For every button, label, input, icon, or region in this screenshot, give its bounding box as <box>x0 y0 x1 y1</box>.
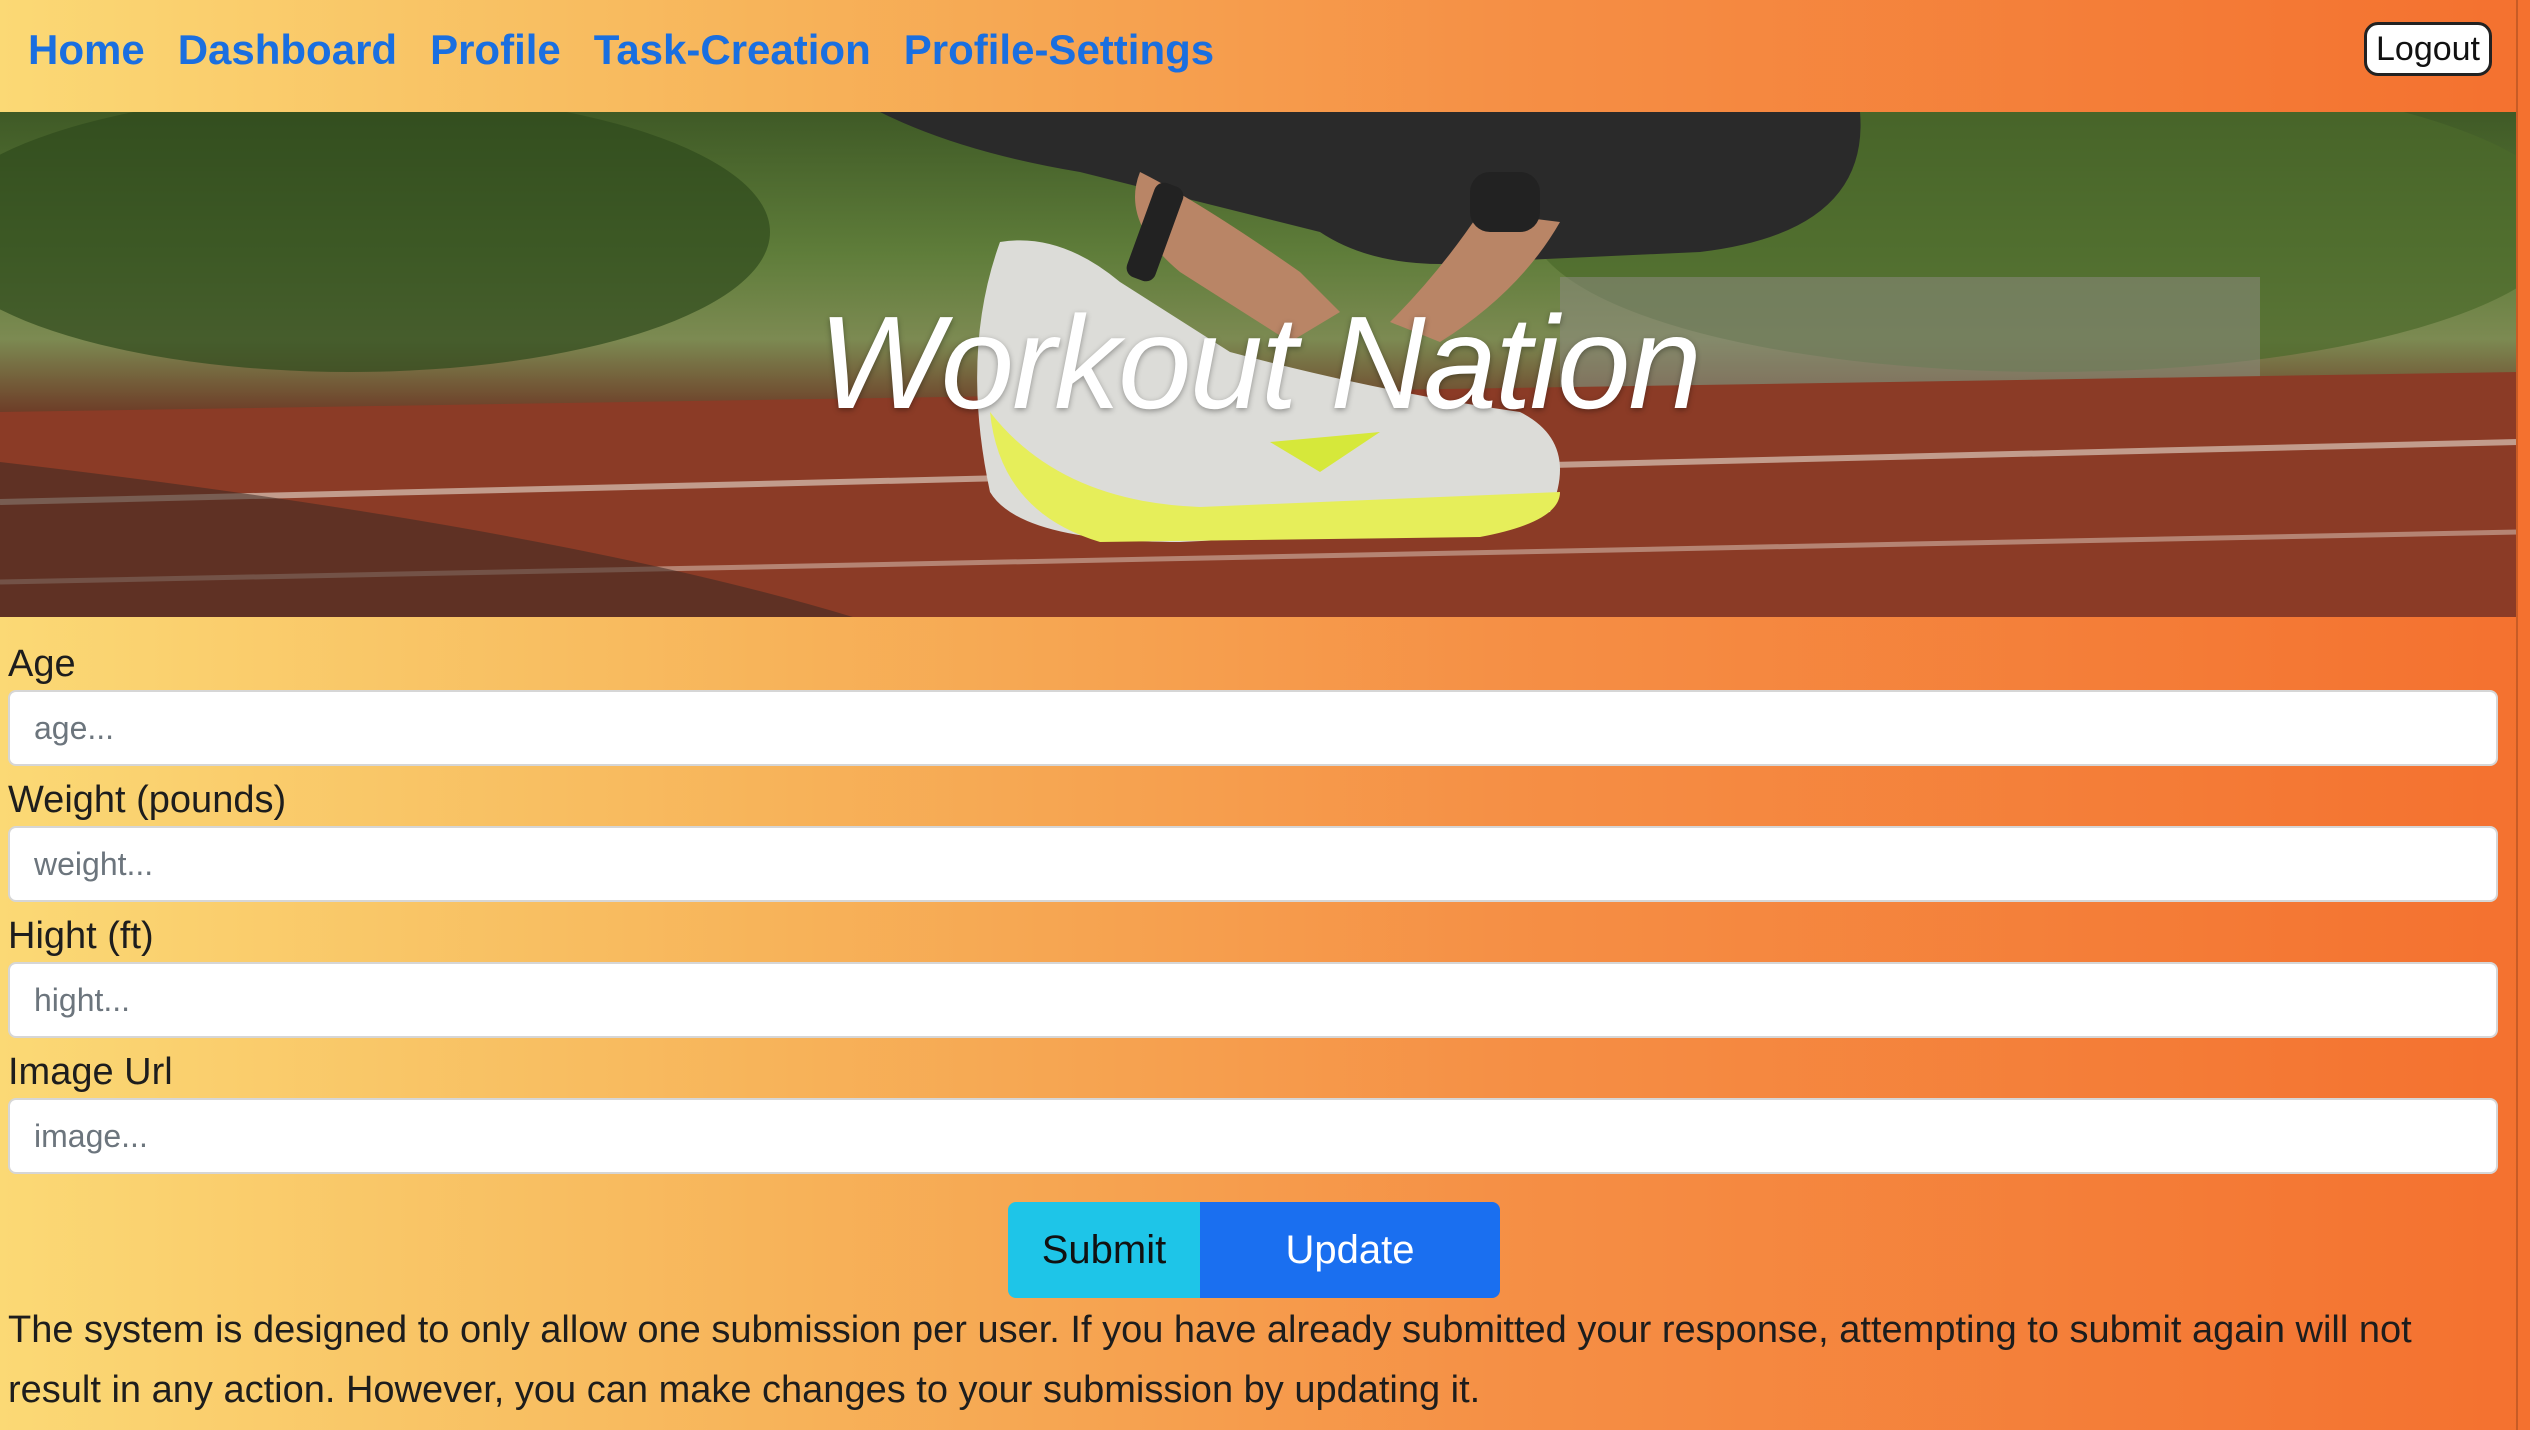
image-url-input[interactable] <box>8 1098 2498 1174</box>
submit-button[interactable]: Submit <box>1008 1202 1200 1298</box>
nav-link-profile[interactable]: Profile <box>430 22 561 78</box>
update-button[interactable]: Update <box>1200 1202 1500 1298</box>
nav-link-dashboard[interactable]: Dashboard <box>178 22 397 78</box>
nav-link-profile-settings[interactable]: Profile-Settings <box>904 22 1214 78</box>
hero-title: Workout Nation <box>818 289 1702 436</box>
form-buttons: Submit Update <box>1008 1202 1500 1298</box>
age-input[interactable] <box>8 690 2498 766</box>
hero-banner-image: Workout Nation <box>0 112 2518 617</box>
image-url-label: Image Url <box>8 1051 173 1093</box>
height-label: Hight (ft) <box>8 915 154 957</box>
page-scrollbar[interactable] <box>2516 0 2530 1430</box>
height-input[interactable] <box>8 962 2498 1038</box>
age-label: Age <box>8 643 76 685</box>
logout-button[interactable]: Logout <box>2364 22 2492 76</box>
nav-link-home[interactable]: Home <box>28 22 145 78</box>
nav-link-task-creation[interactable]: Task-Creation <box>594 22 871 78</box>
weight-label: Weight (pounds) <box>8 779 287 821</box>
weight-input[interactable] <box>8 826 2498 902</box>
nav-links: Home Dashboard Profile Task-Creation Pro… <box>28 22 1247 78</box>
submission-notice: The system is designed to only allow one… <box>8 1309 2412 1411</box>
profile-form: Age Weight (pounds) Hight (ft) Image Url <box>8 638 2498 1182</box>
top-navbar: Home Dashboard Profile Task-Creation Pro… <box>0 0 2518 112</box>
